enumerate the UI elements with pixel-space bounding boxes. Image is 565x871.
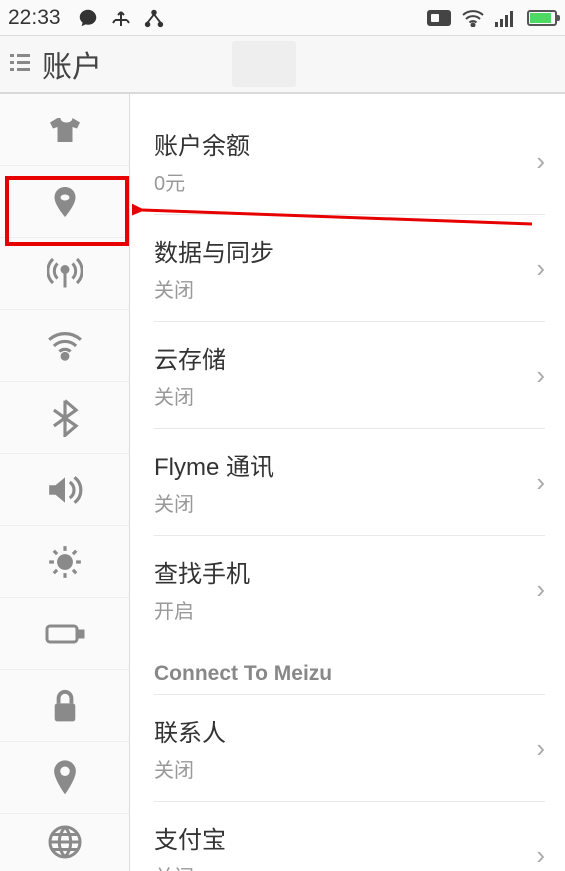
row-title: 云存储 (154, 340, 536, 375)
row-sub: 关闭 (154, 861, 536, 871)
brightness-icon (46, 543, 84, 581)
row-sub: 关闭 (154, 381, 536, 410)
row-balance[interactable]: 账户余额 0元 › (154, 108, 545, 215)
lock-icon (49, 688, 81, 724)
wifi-icon (461, 9, 485, 27)
location-pin-icon (48, 759, 82, 797)
globe-icon (47, 824, 83, 860)
sidebar-item-account[interactable] (0, 166, 129, 238)
sidebar-item-themes[interactable] (0, 94, 129, 166)
sidebar-item-wifi[interactable] (0, 310, 129, 382)
sidebar-item-sound[interactable] (0, 454, 129, 526)
section-connect-meizu: Connect To Meizu (154, 642, 545, 694)
status-time: 22:33 (8, 6, 61, 30)
row-cloud-storage[interactable]: 云存储 关闭 › (154, 322, 545, 429)
chevron-right-icon: › (536, 467, 545, 498)
chevron-right-icon: › (536, 146, 545, 177)
status-bar: 22:33 (0, 0, 565, 36)
page-header: 账户 (0, 36, 565, 94)
sidebar-item-display[interactable] (0, 526, 129, 598)
antenna-icon (47, 256, 83, 292)
settings-sidebar (0, 94, 130, 871)
chevron-right-icon: › (536, 253, 545, 284)
signal-icon (495, 9, 517, 27)
row-sub: 0元 (154, 167, 536, 196)
sidebar-item-battery[interactable] (0, 598, 129, 670)
tshirt-icon (47, 112, 83, 148)
menu-icon[interactable] (10, 50, 30, 79)
account-content[interactable]: 账户余额 0元 › 数据与同步 关闭 › 云存储 关闭 › (130, 94, 565, 871)
row-sub: 关闭 (154, 488, 536, 517)
row-sub: 关闭 (154, 274, 536, 303)
row-title: 查找手机 (154, 554, 536, 589)
row-data-sync[interactable]: 数据与同步 关闭 › (154, 215, 545, 322)
speaker-icon (46, 473, 84, 507)
wifi-icon (46, 331, 84, 361)
battery-icon (527, 10, 557, 26)
sidebar-item-location[interactable] (0, 742, 129, 814)
sidebar-item-bluetooth[interactable] (0, 382, 129, 454)
row-title: 数据与同步 (154, 233, 536, 268)
cloud-pin-icon (47, 184, 83, 220)
chevron-right-icon: › (536, 360, 545, 391)
sidebar-item-network[interactable] (0, 238, 129, 310)
chevron-right-icon: › (536, 733, 545, 764)
share-icon (143, 8, 165, 28)
row-alipay[interactable]: 支付宝 关闭 › (154, 802, 545, 871)
row-flyme-comm[interactable]: Flyme 通讯 关闭 › (154, 429, 545, 536)
battery-icon (45, 622, 85, 646)
usb-icon (109, 8, 133, 28)
row-contacts[interactable]: 联系人 关闭 › (154, 694, 545, 802)
row-sub: 关闭 (154, 754, 536, 783)
media-icon (427, 10, 451, 26)
page-title: 账户 (42, 42, 102, 86)
row-find-phone[interactable]: 查找手机 开启 › (154, 536, 545, 642)
chat-icon (77, 7, 99, 29)
ghost-content (232, 41, 296, 87)
row-title: 账户余额 (154, 126, 536, 161)
chevron-right-icon: › (536, 840, 545, 871)
chevron-right-icon: › (536, 574, 545, 605)
row-title: 联系人 (154, 713, 536, 748)
row-sub: 开启 (154, 595, 536, 624)
sidebar-item-globe[interactable] (0, 814, 129, 870)
sidebar-item-security[interactable] (0, 670, 129, 742)
row-title: 支付宝 (154, 820, 536, 855)
row-title: Flyme 通讯 (154, 447, 536, 482)
bluetooth-icon (50, 399, 80, 437)
